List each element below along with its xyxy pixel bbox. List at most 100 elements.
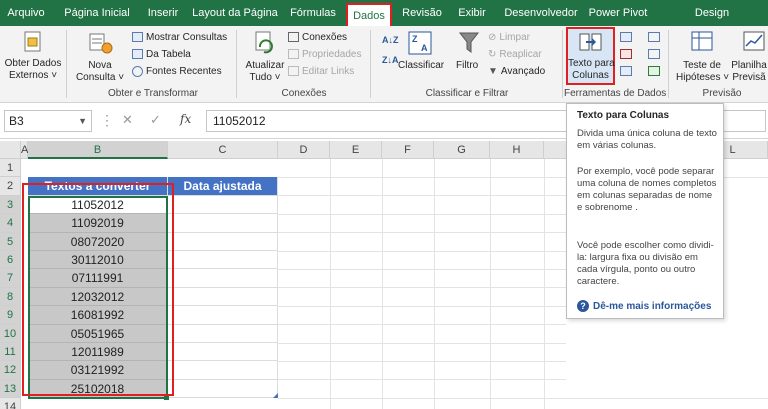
row-header-3[interactable]: 3: [0, 195, 21, 215]
row-header-13[interactable]: 13: [0, 379, 21, 399]
teste-hipoteses-button[interactable]: Teste de Hipóteses ˅: [676, 60, 730, 84]
cell-c6[interactable]: [168, 251, 278, 270]
col-header-a[interactable]: A: [21, 141, 28, 159]
avancado-button[interactable]: ▼ Avançado: [488, 66, 545, 78]
row-header-5[interactable]: 5: [0, 232, 21, 251]
tab-arquivo[interactable]: Arquivo: [0, 0, 52, 26]
gridline: [278, 250, 566, 252]
refresh-icon: [255, 31, 273, 54]
tab-dados[interactable]: Dados: [346, 3, 392, 26]
tooltip-paragraph-1: Divida uma única coluna de texto em vári…: [577, 128, 717, 151]
cell-c13[interactable]: [168, 379, 278, 399]
filtro-button[interactable]: Filtro: [456, 60, 478, 72]
cell-c5[interactable]: [168, 232, 278, 251]
cancel-icon[interactable]: ✕: [122, 112, 133, 128]
editar-links-button[interactable]: Editar Links: [288, 66, 354, 78]
col-header-g[interactable]: G: [434, 141, 490, 159]
row-header-9[interactable]: 9: [0, 306, 21, 325]
cell-c11[interactable]: [168, 343, 278, 362]
tab-design[interactable]: Design: [690, 0, 734, 26]
group-classificar-filtrar: Classificar e Filtrar: [425, 88, 509, 99]
tab-revisao[interactable]: Revisão: [396, 0, 448, 26]
row-header-8[interactable]: 8: [0, 287, 21, 307]
insert-function-icon[interactable]: fx: [180, 112, 191, 126]
col-header-d[interactable]: D: [278, 141, 330, 159]
cell-c3[interactable]: [168, 195, 278, 215]
gridline: [278, 379, 566, 381]
gridline: [278, 213, 566, 215]
row-header-1[interactable]: 1: [0, 159, 21, 178]
reapply-icon: ↻: [488, 49, 497, 60]
tab-inserir[interactable]: Inserir: [140, 0, 186, 26]
cell-c8[interactable]: [168, 287, 278, 307]
row-header-14[interactable]: 14: [0, 398, 21, 409]
select-all-corner[interactable]: [0, 141, 21, 159]
hipoteses-label: Hipóteses ˅: [676, 72, 730, 83]
sort-az-icon[interactable]: A↓Z: [382, 34, 399, 46]
cell-c10[interactable]: [168, 324, 278, 343]
tab-layout-pagina[interactable]: Layout da Página: [190, 0, 280, 26]
more-info-link[interactable]: ? Dê-me mais informações: [577, 300, 711, 312]
row-header-2[interactable]: 2: [0, 177, 21, 196]
header-data-ajustada[interactable]: Data ajustada: [168, 177, 278, 196]
propriedades-button[interactable]: Propriedades: [288, 49, 361, 61]
group-ferramentas-dados: Ferramentas de Dados: [564, 88, 667, 99]
limpar-button[interactable]: ⊘ Limpar: [488, 32, 530, 44]
row-header-12[interactable]: 12: [0, 361, 21, 380]
tooltip-title: Texto para Colunas: [577, 110, 670, 121]
row-header-4[interactable]: 4: [0, 214, 21, 233]
clock-icon: [132, 66, 143, 77]
tab-power-pivot[interactable]: Power Pivot: [586, 0, 650, 26]
teste-label: Teste de: [683, 60, 721, 71]
da-tabela-button[interactable]: Da Tabela: [132, 49, 191, 61]
previsao-label: Previsã: [732, 72, 766, 83]
conexoes-button[interactable]: Conexões: [288, 32, 347, 44]
col-header-c[interactable]: C: [168, 141, 278, 159]
remove-duplicates-icon[interactable]: [620, 49, 632, 59]
col-header-h[interactable]: H: [490, 141, 544, 159]
gridline: [278, 287, 566, 289]
row-header-10[interactable]: 10: [0, 324, 21, 343]
planilha-previsao-button[interactable]: Planilha Previsã: [730, 60, 768, 84]
data-model-icon[interactable]: [648, 66, 660, 76]
sort-za-icon[interactable]: Z↓A: [382, 54, 399, 66]
tab-exibir[interactable]: Exibir: [452, 0, 492, 26]
more-info-label: Dê-me mais informações: [593, 301, 712, 312]
table-resize-handle[interactable]: [273, 393, 278, 398]
reaplicar-button[interactable]: ↻ Reaplicar: [488, 49, 542, 61]
col-header-b[interactable]: B: [28, 141, 168, 159]
atualizar-tudo-button[interactable]: Atualizar Tudo ˅: [240, 60, 290, 84]
row-header-11[interactable]: 11: [0, 343, 21, 362]
cell-c12[interactable]: [168, 361, 278, 380]
new-query-icon: [89, 33, 113, 54]
atualizar-label: Atualizar: [245, 60, 285, 71]
tab-desenvolvedor[interactable]: Desenvolvedor: [500, 0, 582, 26]
consolidate-icon[interactable]: [648, 32, 660, 42]
filter-icon: [458, 32, 480, 53]
texto-para-colunas-button[interactable]: Texto para Colunas: [566, 27, 615, 85]
obter-dados-button[interactable]: Obter Dados Externos ˅: [2, 58, 64, 82]
enter-icon[interactable]: ✓: [150, 112, 161, 128]
classificar-button[interactable]: Classificar: [398, 60, 444, 72]
chevron-down-icon[interactable]: ▼: [78, 111, 87, 131]
gridline: [278, 195, 566, 197]
avancado-label: Avançado: [500, 66, 546, 77]
row-header-7[interactable]: 7: [0, 269, 21, 288]
col-header-f[interactable]: F: [382, 141, 434, 159]
cell-c4[interactable]: [168, 214, 278, 233]
col-header-e[interactable]: E: [330, 141, 382, 159]
data-validation-icon[interactable]: [620, 66, 632, 76]
tab-formulas[interactable]: Fórmulas: [284, 0, 342, 26]
cell-c7[interactable]: [168, 269, 278, 288]
row-header-6[interactable]: 6: [0, 251, 21, 270]
mostrar-consultas-button[interactable]: Mostrar Consultas: [132, 32, 227, 44]
cell-c9[interactable]: [168, 306, 278, 325]
flash-fill-icon[interactable]: [620, 32, 632, 42]
separator: [66, 30, 67, 98]
texto-para-colunas-label: Texto para Colunas: [568, 58, 615, 82]
name-box[interactable]: B3 ▼: [4, 110, 92, 132]
nova-consulta-button[interactable]: Nova Consulta ˅: [72, 60, 128, 84]
tab-pagina-inicial[interactable]: Página Inicial: [56, 0, 138, 26]
fontes-recentes-button[interactable]: Fontes Recentes: [132, 66, 222, 78]
relationships-icon[interactable]: [648, 49, 660, 59]
